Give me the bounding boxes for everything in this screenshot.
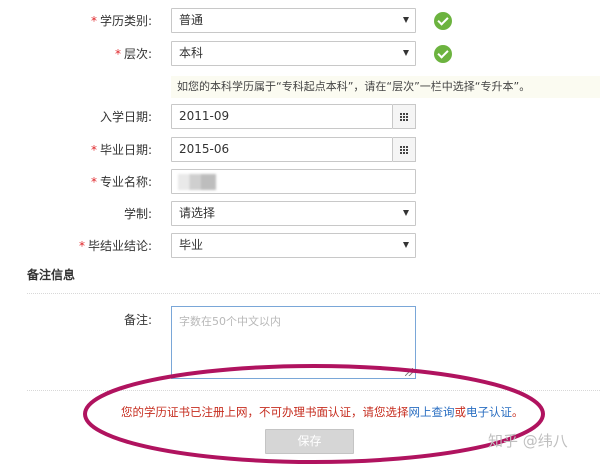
completion-select[interactable]: 毕业 bbox=[171, 233, 416, 258]
check-icon bbox=[434, 45, 452, 63]
required-star: * bbox=[90, 14, 97, 28]
grad-date-input[interactable]: 2015-06 bbox=[171, 137, 393, 162]
education-type-row: * 学历类别: 普通 bbox=[0, 8, 600, 33]
major-label: * 专业名称: bbox=[90, 175, 152, 189]
check-icon bbox=[434, 12, 452, 30]
chevron-down-icon bbox=[403, 50, 409, 56]
required-star: * bbox=[78, 239, 85, 253]
calendar-icon bbox=[400, 146, 408, 154]
level-label: * 层次: bbox=[114, 47, 152, 61]
major-row: * 专业名称: bbox=[0, 169, 600, 194]
enroll-date-label: 入学日期: bbox=[99, 110, 152, 124]
education-type-value: 普通 bbox=[179, 13, 204, 27]
section-divider bbox=[27, 293, 600, 294]
level-select[interactable]: 本科 bbox=[171, 41, 416, 66]
grad-date-picker-button[interactable] bbox=[393, 137, 416, 162]
required-star: * bbox=[114, 47, 121, 61]
calendar-icon bbox=[400, 113, 408, 121]
grad-date-value: 2015-06 bbox=[179, 142, 230, 156]
required-star: * bbox=[90, 143, 97, 157]
level-row: * 层次: 本科 bbox=[0, 41, 600, 66]
grad-date-row: * 毕业日期: 2015-06 bbox=[0, 137, 600, 162]
completion-row: * 毕结业结论: 毕业 bbox=[0, 233, 600, 258]
enroll-date-row: 入学日期: 2011-09 bbox=[0, 104, 600, 129]
study-length-select[interactable]: 请选择 bbox=[171, 201, 416, 226]
education-type-label: * 学历类别: bbox=[90, 14, 152, 28]
redacted-text-mask bbox=[178, 174, 216, 190]
completion-label: * 毕结业结论: bbox=[78, 239, 152, 253]
grad-date-label: * 毕业日期: bbox=[90, 143, 152, 157]
remarks-label: 备注: bbox=[123, 313, 152, 327]
required-star: * bbox=[90, 175, 97, 189]
enroll-date-input[interactable]: 2011-09 bbox=[171, 104, 393, 129]
annotation-ellipse bbox=[83, 364, 545, 464]
completion-value: 毕业 bbox=[179, 238, 204, 252]
study-length-row: 学制: 请选择 bbox=[0, 201, 600, 226]
chevron-down-icon bbox=[403, 210, 409, 216]
chevron-down-icon bbox=[403, 242, 409, 248]
study-length-value: 请选择 bbox=[179, 206, 216, 220]
remarks-placeholder: 字数在50个中文以内 bbox=[179, 315, 281, 328]
watermark: 知乎 @纬八 bbox=[488, 432, 568, 450]
level-value: 本科 bbox=[179, 46, 204, 60]
level-hint: 如您的本科学历属于“专科起点本科”，请在“层次”一栏中选择“专升本”。 bbox=[171, 76, 600, 98]
enroll-date-picker-button[interactable] bbox=[393, 104, 416, 129]
remarks-section-title: 备注信息 bbox=[27, 268, 76, 282]
education-type-select[interactable]: 普通 bbox=[171, 8, 416, 33]
enroll-date-value: 2011-09 bbox=[179, 109, 230, 123]
chevron-down-icon bbox=[403, 17, 409, 23]
study-length-label: 学制: bbox=[123, 207, 152, 221]
